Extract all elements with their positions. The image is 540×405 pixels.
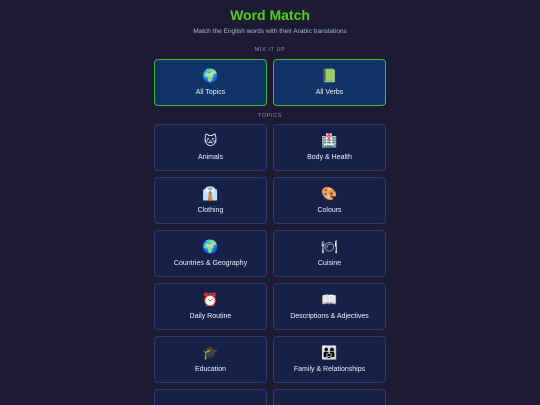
topic-label: Clothing (197, 206, 224, 214)
globe-icon: 🌍 (202, 239, 219, 255)
fork-knife-plate-icon: 🍽 (321, 239, 338, 255)
topic-label: Daily Routine (189, 312, 232, 320)
all-verbs-label: All Verbs (315, 88, 344, 96)
topic-colours-button[interactable]: 🎨 Colours (273, 177, 386, 224)
topic-label: Body & Health (307, 153, 352, 161)
topic-body-health-button[interactable]: 🏥 Body & Health (273, 124, 386, 171)
necktie-shirt-icon: 👔 (202, 186, 219, 202)
page-subtitle: Match the English words with their Arabi… (193, 28, 347, 35)
topic-label: Descriptions & Adjectives (290, 312, 369, 320)
topic-descriptions-adjectives-button[interactable]: 📖 Descriptions & Adjectives (273, 283, 386, 330)
graduation-cap-icon: 🎓 (202, 345, 219, 361)
topic-clothing-button[interactable]: 👔 Clothing (154, 177, 267, 224)
topic-countries-geography-button[interactable]: 🌍 Countries & Geography (154, 230, 267, 277)
topic-family-relationships-button[interactable]: 👨‍👩‍👧 Family & Relationships (273, 336, 386, 383)
all-topics-label: All Topics (195, 88, 226, 96)
topic-label: Cuisine (317, 259, 342, 267)
cat-face-icon: 🐱 (203, 133, 218, 149)
topics-section-label: TOPICS (258, 113, 282, 119)
palette-icon: 🎨 (321, 186, 338, 202)
alarm-clock-icon: ⏰ (202, 292, 219, 308)
hospital-icon: 🏥 (321, 133, 338, 149)
topic-animals-button[interactable]: 🐱 Animals (154, 124, 267, 171)
green-book-icon: 📗 (321, 68, 338, 84)
topic-label: Animals (198, 153, 223, 161)
topic-card-partial[interactable] (273, 389, 386, 405)
open-book-icon: 📖 (321, 292, 338, 308)
topic-cuisine-button[interactable]: 🍽 Cuisine (273, 230, 386, 277)
all-verbs-button[interactable]: 📗 All Verbs (273, 59, 386, 106)
topic-label: Family & Relationships (293, 365, 366, 373)
mix-section-label: MIX IT UP (254, 47, 286, 53)
word-match-page: Word Match Match the English words with … (0, 0, 540, 405)
topic-label: Countries & Geography (173, 259, 248, 267)
family-icon: 👨‍👩‍👧 (321, 345, 338, 361)
globe-icon: 🌍 (202, 68, 219, 84)
topic-education-button[interactable]: 🎓 Education (154, 336, 267, 383)
topic-card-partial[interactable] (154, 389, 267, 405)
page-title: Word Match (230, 7, 310, 23)
topic-label: Education (194, 365, 227, 373)
all-topics-button[interactable]: 🌍 All Topics (154, 59, 267, 106)
topic-label: Colours (317, 206, 342, 214)
topic-daily-routine-button[interactable]: ⏰ Daily Routine (154, 283, 267, 330)
